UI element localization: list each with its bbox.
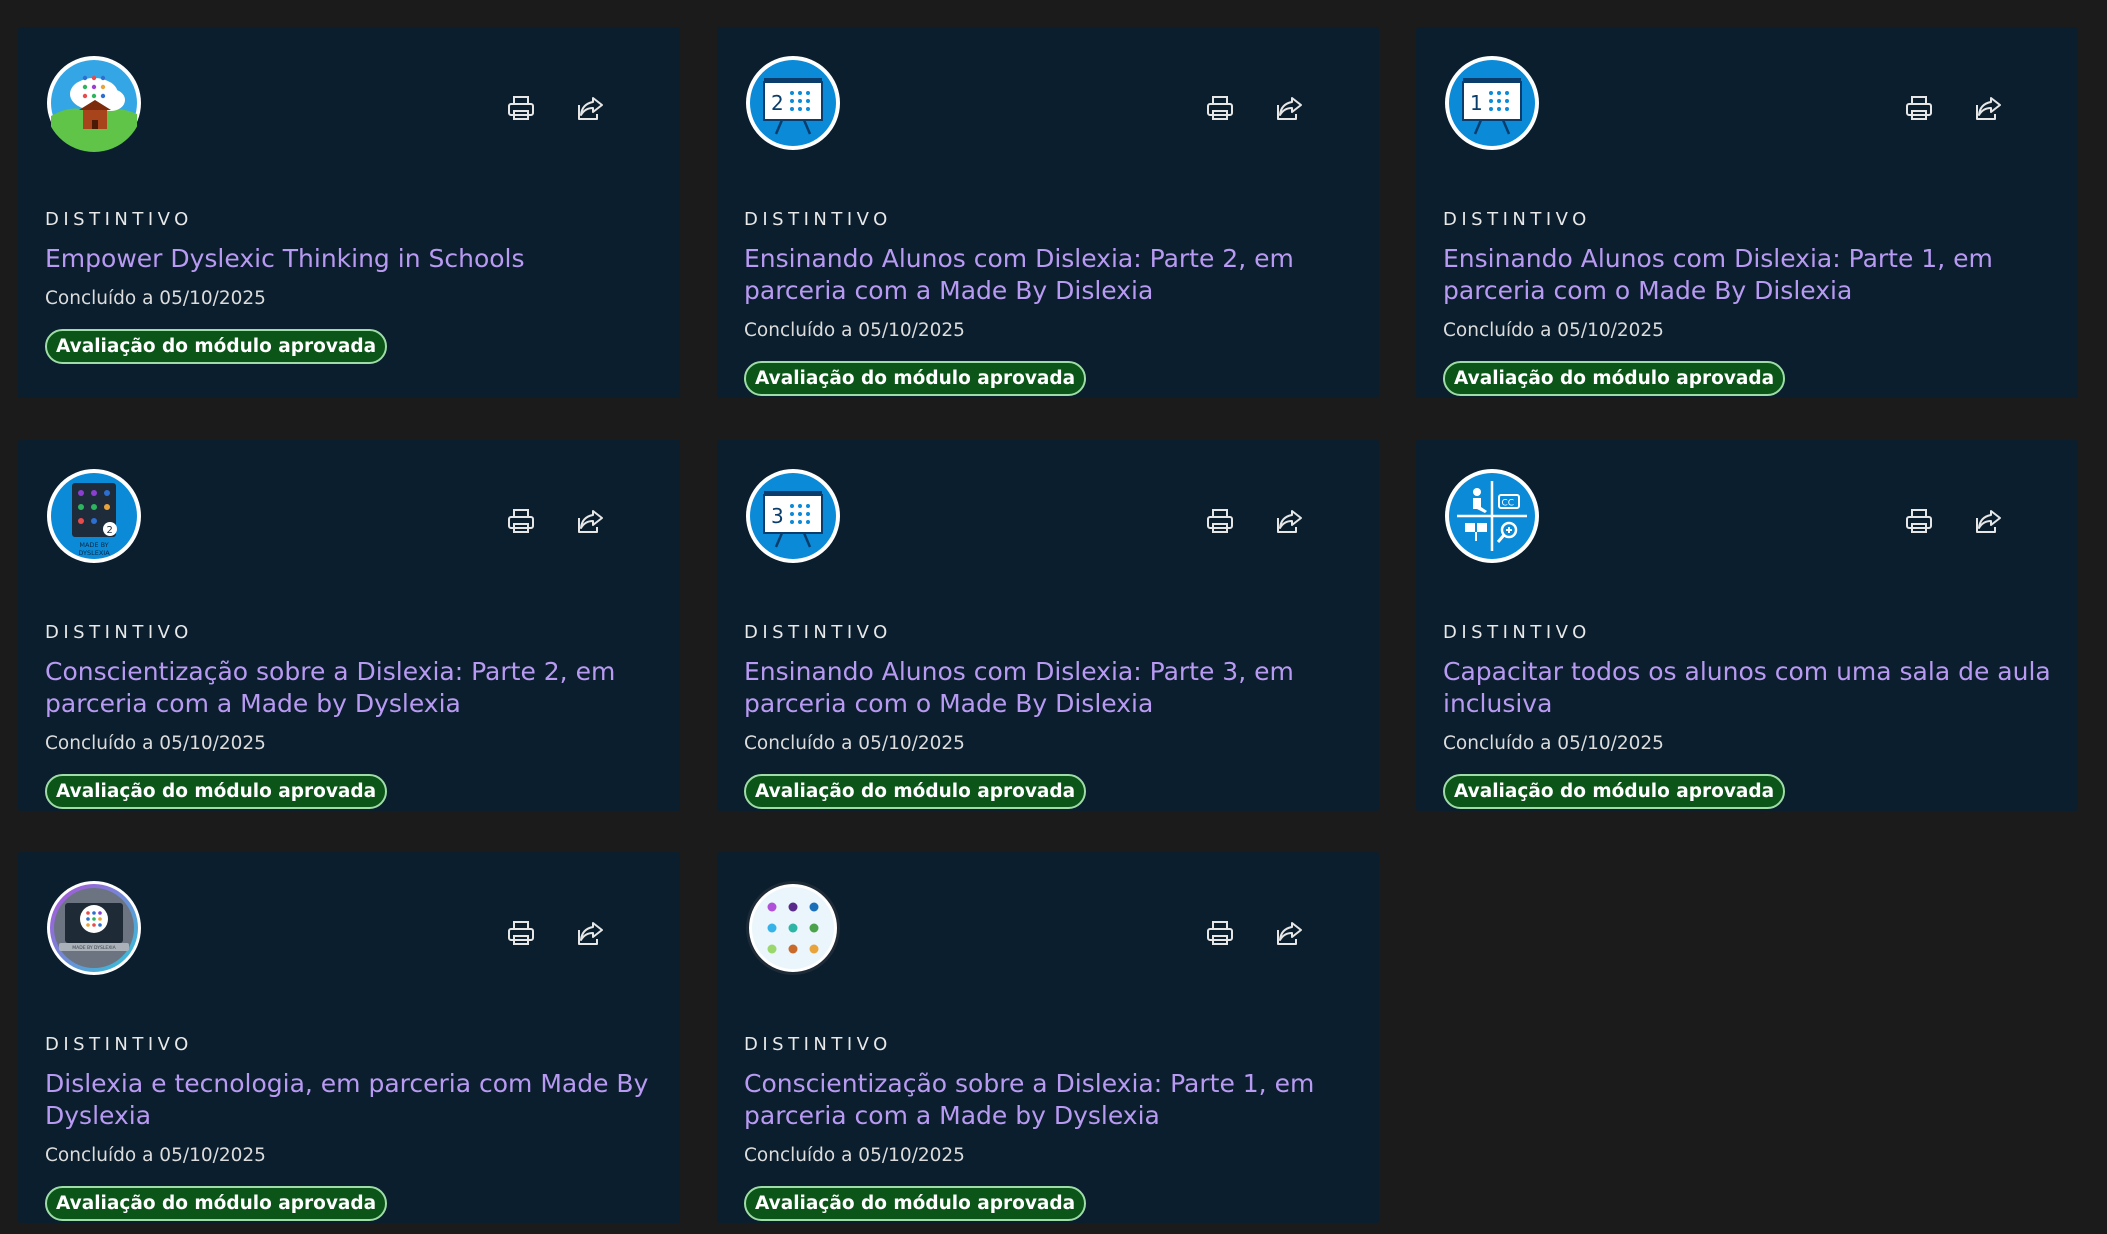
badge-title-link[interactable]: Conscientização sobre a Dislexia: Parte … [45, 656, 656, 720]
badge-card: DISTINTIVO Empower Dyslexic Thinking in … [18, 27, 680, 398]
card-actions [506, 93, 605, 123]
svg-text:MADE BY DYSLEXIA: MADE BY DYSLEXIA [72, 945, 116, 951]
badge-card: DISTINTIVO Conscientização sobre a Disle… [717, 852, 1379, 1223]
print-icon[interactable] [1205, 93, 1235, 123]
inclusive-classroom-icon: CC [1443, 467, 1541, 565]
print-icon[interactable] [1205, 506, 1235, 536]
card-actions [1205, 918, 1304, 948]
badge-type-label: DISTINTIVO [45, 209, 193, 230]
badge-type-label: DISTINTIVO [45, 1034, 193, 1055]
share-icon[interactable] [1274, 93, 1304, 123]
card-actions [1904, 93, 2003, 123]
school-badge-icon [45, 54, 143, 152]
card-actions [1205, 93, 1304, 123]
badge-title-link[interactable]: Dislexia e tecnologia, em parceria com M… [45, 1068, 656, 1132]
badge-title-link[interactable]: Empower Dyslexic Thinking in Schools [45, 243, 656, 275]
badge-type-label: DISTINTIVO [744, 622, 892, 643]
badge-grid: DISTINTIVO Empower Dyslexic Thinking in … [0, 0, 2107, 1234]
board-number: 3 [771, 504, 784, 528]
print-icon[interactable] [506, 918, 536, 948]
status-badge: Avaliação do módulo aprovada [45, 329, 388, 364]
print-icon[interactable] [1205, 918, 1235, 948]
completed-date: Concluído a 05/10/2025 [1443, 733, 1664, 754]
completed-date: Concluído a 05/10/2025 [744, 733, 965, 754]
share-icon[interactable] [575, 93, 605, 123]
print-icon[interactable] [506, 93, 536, 123]
colored-dots-icon [744, 879, 842, 977]
badge-title-link[interactable]: Capacitar todos os alunos com uma sala d… [1443, 656, 2054, 720]
card-actions [506, 506, 605, 536]
card-actions [1205, 506, 1304, 536]
badge-title-link[interactable]: Conscientização sobre a Dislexia: Parte … [744, 1068, 1355, 1132]
completed-date: Concluído a 05/10/2025 [45, 1145, 266, 1166]
print-icon[interactable] [506, 506, 536, 536]
badge-type-label: DISTINTIVO [45, 622, 193, 643]
completed-date: Concluído a 05/10/2025 [1443, 320, 1664, 341]
completed-date: Concluído a 05/10/2025 [744, 1145, 965, 1166]
badge-type-label: DISTINTIVO [744, 209, 892, 230]
board-number: 2 [771, 91, 784, 115]
svg-text:MADE BY: MADE BY [79, 541, 108, 549]
status-badge: Avaliação do módulo aprovada [45, 1186, 388, 1221]
card-actions [1904, 506, 2003, 536]
badge-card: 2 DISTINTIVO Ensinando Alunos com Dislex… [717, 27, 1379, 398]
badge-type-label: DISTINTIVO [1443, 622, 1591, 643]
completed-date: Concluído a 05/10/2025 [45, 733, 266, 754]
share-icon[interactable] [1973, 506, 2003, 536]
board-number: 1 [1470, 91, 1483, 115]
presentation-board-3-icon: 3 [744, 467, 842, 565]
svg-text:DYSLEXIA: DYSLEXIA [78, 549, 110, 557]
share-icon[interactable] [1274, 506, 1304, 536]
badge-card: MADE BY DYSLEXIA DISTINTIVO Dislexia e t… [18, 852, 680, 1223]
made-by-dyslexia-dots-2-icon: 2 MADE BY DYSLEXIA [45, 467, 143, 565]
badge-title-link[interactable]: Ensinando Alunos com Dislexia: Parte 3, … [744, 656, 1355, 720]
card-actions [506, 918, 605, 948]
svg-text:CC: CC [1502, 499, 1515, 509]
badge-title-link[interactable]: Ensinando Alunos com Dislexia: Parte 1, … [1443, 243, 2054, 307]
badge-card: 1 DISTINTIVO Ensinando Alunos com Dislex… [1416, 27, 2078, 398]
dyslexia-technology-laptop-icon: MADE BY DYSLEXIA [45, 879, 143, 977]
status-badge: Avaliação do módulo aprovada [744, 361, 1087, 396]
print-icon[interactable] [1904, 93, 1934, 123]
badge-title-link[interactable]: Ensinando Alunos com Dislexia: Parte 2, … [744, 243, 1355, 307]
badge-card: CC DISTINTIVO Capacitar todos os alunos … [1416, 440, 2078, 811]
status-badge: Avaliação do módulo aprovada [45, 774, 388, 809]
share-icon[interactable] [575, 918, 605, 948]
print-icon[interactable] [1904, 506, 1934, 536]
completed-date: Concluído a 05/10/2025 [744, 320, 965, 341]
badge-type-label: DISTINTIVO [744, 1034, 892, 1055]
status-badge: Avaliação do módulo aprovada [1443, 361, 1786, 396]
badge-card: 2 MADE BY DYSLEXIA DISTINTIVO Conscienti… [18, 440, 680, 811]
completed-date: Concluído a 05/10/2025 [45, 288, 266, 309]
badge-card: 3 DISTINTIVO Ensinando Alunos com Dislex… [717, 440, 1379, 811]
share-icon[interactable] [1973, 93, 2003, 123]
share-icon[interactable] [1274, 918, 1304, 948]
presentation-board-1-icon: 1 [1443, 54, 1541, 152]
svg-text:2: 2 [107, 525, 113, 536]
share-icon[interactable] [575, 506, 605, 536]
badge-type-label: DISTINTIVO [1443, 209, 1591, 230]
status-badge: Avaliação do módulo aprovada [744, 774, 1087, 809]
status-badge: Avaliação do módulo aprovada [1443, 774, 1786, 809]
presentation-board-2-icon: 2 [744, 54, 842, 152]
status-badge: Avaliação do módulo aprovada [744, 1186, 1087, 1221]
